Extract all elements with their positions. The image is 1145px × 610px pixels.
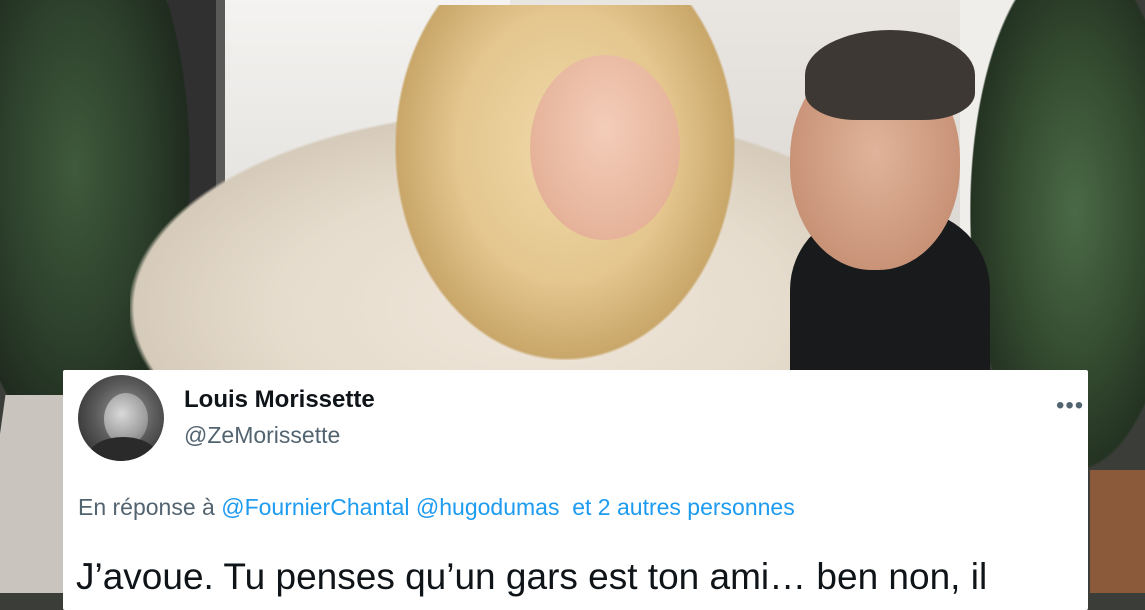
tweet-card: Louis Morissette @ZeMorissette ••• En ré… <box>63 370 1088 610</box>
table-right <box>1090 470 1145 593</box>
reply-context: En réponse à @FournierChantal @hugodumas… <box>78 494 795 521</box>
avatar-shoulder <box>88 437 158 461</box>
man-hair <box>805 30 975 120</box>
user-handle[interactable]: @ZeMorissette <box>184 422 340 449</box>
mention-fournierchantal[interactable]: @FournierChantal <box>221 494 409 520</box>
mention-hugodumas[interactable]: @hugodumas <box>416 494 560 520</box>
tweet-text: J’avoue. Tu penses qu’un gars est ton am… <box>76 556 988 597</box>
avatar[interactable] <box>78 375 164 461</box>
mention-others[interactable]: et 2 autres personnes <box>572 494 794 520</box>
reply-prefix: En réponse à <box>78 494 215 520</box>
display-name[interactable]: Louis Morissette <box>184 386 375 414</box>
more-options-icon[interactable]: ••• <box>1056 392 1084 420</box>
woman-face <box>530 55 680 240</box>
